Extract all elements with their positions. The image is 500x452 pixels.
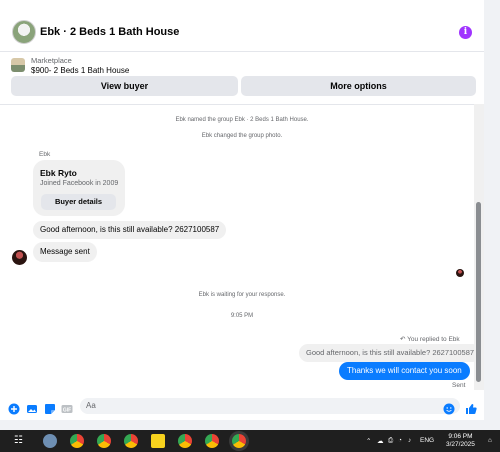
timestamp: 9:05 PM: [230, 313, 254, 319]
chat-header: Ebk · 2 Beds 1 Bath House i: [0, 12, 484, 52]
chrome-icon-active[interactable]: [232, 434, 246, 448]
thumbs-up-icon[interactable]: [465, 402, 477, 414]
listing-source: Marketplace: [31, 56, 72, 65]
contact-name: Ebk Ryto: [40, 168, 77, 178]
message-status: Sent: [452, 382, 466, 389]
gif-icon[interactable]: GIF: [61, 402, 73, 414]
system-message: Ebk changed the group photo.: [201, 133, 283, 139]
sender-label: Ebk: [39, 151, 51, 158]
clock-time: 9:06 PM: [448, 433, 473, 440]
sender-avatar[interactable]: [12, 250, 27, 265]
system-message: Ebk is waiting for your response.: [198, 292, 286, 298]
incoming-message[interactable]: Message sent: [33, 242, 97, 262]
chrome-icon[interactable]: [178, 434, 192, 448]
read-receipt-avatar: [456, 269, 464, 277]
chat-title[interactable]: Ebk · 2 Beds 1 Bath House: [40, 26, 179, 38]
cloud-icon[interactable]: ☁: [377, 437, 384, 445]
sticky-notes-icon[interactable]: [151, 434, 165, 448]
clock[interactable]: 9:06 PM 3/27/2025: [446, 433, 475, 449]
chrome-icon[interactable]: [70, 434, 84, 448]
photo-icon[interactable]: [26, 402, 38, 414]
reply-label: ↶ You replied to Ebk: [400, 335, 460, 343]
emoji-icon[interactable]: [443, 402, 455, 415]
contact-joined: Joined Facebook in 2009: [40, 180, 119, 187]
svg-text:GIF: GIF: [63, 407, 71, 413]
view-buyer-button[interactable]: View buyer: [11, 76, 238, 96]
task-view-icon[interactable]: ☷: [14, 434, 28, 448]
contact-card: Ebk Ryto Joined Facebook in 2009 Buyer d…: [33, 160, 125, 216]
group-avatar[interactable]: [12, 20, 36, 44]
info-icon[interactable]: i: [459, 26, 472, 39]
incoming-message[interactable]: Good afternoon, is this still available?…: [33, 221, 227, 239]
printer-icon[interactable]: ⎙: [388, 437, 393, 445]
plus-circle-icon[interactable]: [8, 402, 20, 415]
listing-summary[interactable]: $900- 2 Beds 1 Bath House: [31, 66, 129, 75]
message-input[interactable]: Aa: [80, 398, 460, 414]
chrome-icon[interactable]: [205, 434, 219, 448]
system-message: Ebk named the group Ebk · 2 Beds 1 Bath …: [175, 117, 309, 123]
listing-thumbnail[interactable]: [11, 58, 25, 72]
volume-icon[interactable]: ♪: [408, 437, 411, 444]
outgoing-message[interactable]: Thanks we will contact you soon: [339, 362, 470, 380]
chrome-icon[interactable]: [124, 434, 138, 448]
more-options-button[interactable]: More options: [241, 76, 476, 96]
chevron-up-icon[interactable]: ⌃: [366, 437, 371, 445]
scrollbar-thumb[interactable]: [476, 202, 481, 382]
clock-date: 3/27/2025: [446, 441, 475, 448]
widgets-icon[interactable]: [43, 434, 57, 448]
sticker-icon[interactable]: [44, 402, 56, 414]
chrome-icon[interactable]: [97, 434, 111, 448]
quoted-message[interactable]: Good afternoon, is this still available?…: [299, 344, 482, 362]
language-indicator[interactable]: ENG: [420, 437, 434, 444]
reply-label-text: You replied to Ebk: [407, 336, 460, 343]
notification-bell-icon[interactable]: ⌂: [488, 437, 492, 444]
divider: [0, 104, 484, 105]
buyer-details-button[interactable]: Buyer details: [41, 194, 116, 210]
wifi-icon[interactable]: ◔: [398, 437, 402, 444]
